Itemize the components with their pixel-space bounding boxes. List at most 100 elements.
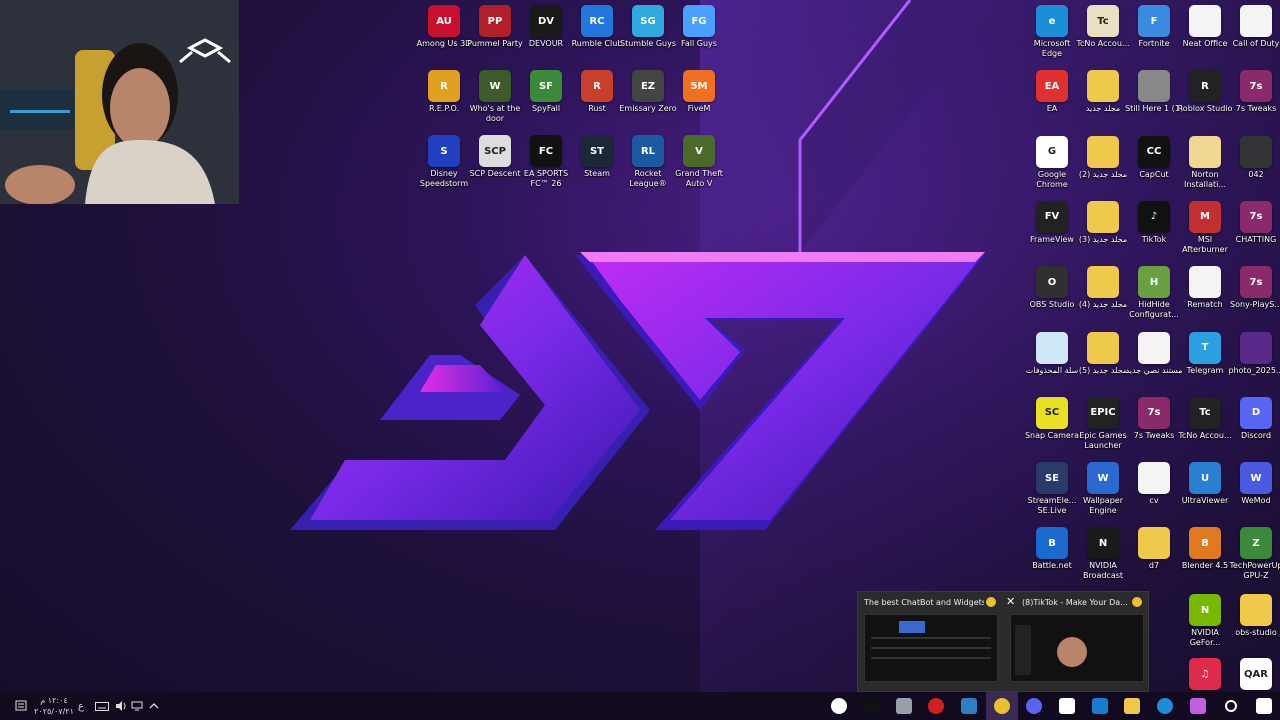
desktop-icon[interactable]: 7s 7s Tweaks <box>1126 396 1182 461</box>
desktop-icon[interactable]: W Wallpaper Engine <box>1075 462 1131 526</box>
chevron-up-icon[interactable] <box>148 700 160 712</box>
desktop-icon[interactable]: DV DEVOUR <box>518 5 574 69</box>
app-icon: 7s <box>1240 70 1272 103</box>
desktop-icon[interactable]: CC CapCut <box>1126 135 1182 200</box>
app-edge-button[interactable] <box>1149 692 1181 720</box>
network-icon[interactable] <box>130 700 144 712</box>
app-icon <box>1087 200 1119 233</box>
desktop-icon[interactable]: Rematch <box>1177 266 1233 330</box>
desktop-icon[interactable]: 5M FiveM <box>671 70 727 134</box>
desktop-icon[interactable]: V Grand Theft Auto V <box>671 135 727 199</box>
desktop-icon[interactable]: Tc TcNo Accou... <box>1177 396 1233 461</box>
app-tiktok-button[interactable] <box>855 692 887 720</box>
language-indicator[interactable]: ع <box>76 700 86 712</box>
desktop-icon[interactable]: مجلد جديد (2) <box>1075 135 1131 200</box>
desktop-icon[interactable]: U UltraViewer <box>1177 462 1233 526</box>
app-icon: B <box>1189 527 1221 560</box>
desktop-icon[interactable]: مجلد جديد (5) <box>1075 331 1131 396</box>
desktop-icon[interactable]: ♪ TikTok <box>1126 200 1182 265</box>
desktop-icon[interactable]: FC EA SPORTS FC™ 26 <box>518 135 574 199</box>
desktop-icon[interactable]: AU Among Us 3D <box>416 5 472 69</box>
desktop-icon[interactable]: obs-studio <box>1228 594 1280 658</box>
desktop-icon[interactable]: Z TechPowerUp GPU-Z <box>1228 527 1280 591</box>
desktop-icon[interactable]: FG Fall Guys <box>671 5 727 69</box>
desktop-icon[interactable]: مستند نصي جديد <box>1126 331 1182 396</box>
desktop-icon[interactable]: W WeMod <box>1228 462 1280 526</box>
app-steam-button[interactable] <box>953 692 985 720</box>
app-discord-button[interactable] <box>1018 692 1050 720</box>
icon-glyph: ♫ <box>1200 668 1210 680</box>
preview-card-tiktok[interactable]: (8)TikTok - Make Your Da... ✕ <box>1004 592 1148 692</box>
app-start-button[interactable] <box>1248 692 1280 720</box>
app-icon: SE <box>1036 462 1068 495</box>
app-chrome-button[interactable] <box>986 692 1018 720</box>
desktop-icon[interactable]: 042 <box>1228 135 1280 200</box>
keyboard-icon[interactable] <box>94 700 110 712</box>
desktop-icon[interactable]: H HidHide Configurat... <box>1126 266 1182 330</box>
desktop-icon[interactable]: d7 <box>1126 527 1182 591</box>
desktop-icon[interactable]: S Disney Speedstorm <box>416 135 472 199</box>
app-obs-button[interactable] <box>823 692 855 720</box>
desktop-icon[interactable]: RL Rocket League® <box>620 135 676 199</box>
desktop-icon[interactable]: مجلد جديد (3) <box>1075 200 1131 265</box>
desktop-icon[interactable]: SF SpyFall <box>518 70 574 134</box>
desktop-icon[interactable]: W Who's at the door <box>467 70 523 134</box>
app-icon: AU <box>428 5 460 37</box>
app-obs-recording-button[interactable] <box>920 692 952 720</box>
desktop-icon[interactable]: 7s 7s Tweaks <box>1228 70 1280 134</box>
desktop-icon[interactable]: M MSI Afterburner <box>1177 200 1233 265</box>
desktop-icon[interactable]: Call of Duty <box>1228 5 1280 69</box>
icon-glyph: G <box>1047 146 1057 158</box>
desktop-icon[interactable]: Tc TcNo Accou... <box>1075 5 1131 69</box>
desktop-icon[interactable]: SE StreamEle... SE.Live <box>1024 462 1080 526</box>
volume-icon[interactable] <box>114 700 128 712</box>
notification-icon[interactable] <box>12 698 30 714</box>
desktop-icon[interactable]: مجلد جديد (4) <box>1075 266 1131 330</box>
app-store-button[interactable] <box>1051 692 1083 720</box>
preview-card-chatbot[interactable]: The best ChatBot and Widgets f... <box>858 592 1002 692</box>
desktop-icon[interactable]: PP Pummel Party <box>467 5 523 69</box>
desktop-icon[interactable]: D Discord <box>1228 396 1280 461</box>
app-files-button[interactable] <box>888 692 920 720</box>
app-explorer-button[interactable] <box>1116 692 1148 720</box>
desktop-icon[interactable]: ST Steam <box>569 135 625 199</box>
app-copilot-button[interactable] <box>1182 692 1214 720</box>
desktop-icon[interactable]: Norton Installati... <box>1177 135 1233 200</box>
icon-glyph: Tc <box>1199 407 1211 419</box>
desktop-icon[interactable]: FV FrameView <box>1024 200 1080 265</box>
desktop-icon[interactable]: SG Stumble Guys <box>620 5 676 69</box>
close-icon[interactable]: ✕ <box>1006 595 1015 608</box>
desktop-icon[interactable]: مجلد جديد <box>1075 70 1131 134</box>
icon-label: مجلد جديد (5) <box>1078 365 1128 375</box>
desktop-icon[interactable]: R Roblox Studio <box>1177 70 1233 134</box>
desktop-icon[interactable]: SC Snap Camera <box>1024 396 1080 461</box>
desktop-icon[interactable]: O OBS Studio <box>1024 266 1080 330</box>
desktop-icon[interactable]: photo_2025... <box>1228 331 1280 396</box>
desktop-icon[interactable]: EA EA <box>1024 70 1080 134</box>
desktop-icon[interactable]: SCP SCP Descent <box>467 135 523 199</box>
desktop-icon[interactable]: R Rust <box>569 70 625 134</box>
app-outlook-button[interactable] <box>1084 692 1116 720</box>
desktop-icon[interactable]: R R.E.P.O. <box>416 70 472 134</box>
desktop-icon[interactable]: B Battle.net <box>1024 527 1080 591</box>
desktop-icon[interactable]: N NVIDIA GeFor... <box>1177 594 1233 658</box>
desktop-icon[interactable]: EZ Emissary Zero <box>619 70 677 134</box>
desktop-icon[interactable]: Neat Office <box>1177 5 1233 69</box>
desktop-icon[interactable]: N NVIDIA Broadcast <box>1075 527 1131 591</box>
app-icon <box>1087 70 1119 103</box>
desktop-icon[interactable]: T Telegram <box>1177 331 1233 396</box>
icon-label: Fortnite <box>1138 39 1170 48</box>
desktop-icon[interactable]: e Microsoft Edge <box>1024 5 1080 69</box>
desktop-icon[interactable]: EPIC Epic Games Launcher <box>1075 396 1131 461</box>
desktop-icon[interactable]: Still Here 1 (1) <box>1125 70 1183 134</box>
desktop-icon[interactable]: F Fortnite <box>1126 5 1182 69</box>
desktop-icon[interactable]: 7s CHATTING <box>1228 200 1280 265</box>
clock[interactable]: ١٢:٠٤ م ٢٠٢٥/٠٧/٢١ <box>34 694 74 718</box>
desktop-icon[interactable]: cv <box>1126 462 1182 526</box>
desktop-icon[interactable]: RC Rumble Club <box>569 5 625 69</box>
desktop-icon[interactable]: سلة المحذوفات <box>1024 331 1080 396</box>
desktop-icon[interactable]: G Google Chrome <box>1024 135 1080 200</box>
app-search-button[interactable] <box>1215 692 1247 720</box>
desktop-icon[interactable]: 7s Sony-PlayS... <box>1228 266 1280 330</box>
desktop-icon[interactable]: B Blender 4.5 <box>1177 527 1233 591</box>
